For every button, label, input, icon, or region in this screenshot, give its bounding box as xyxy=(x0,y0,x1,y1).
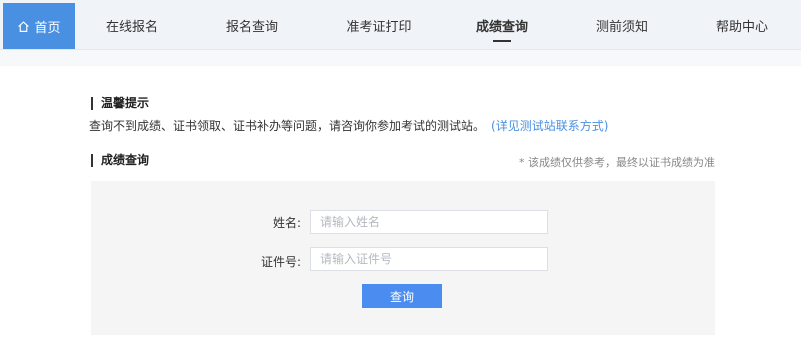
tips-text-line: 查询不到成绩、证书领取、证书补办等问题，请咨询你参加考试的测试站。 (详见测试站联… xyxy=(89,117,608,134)
nav-item-online-registration[interactable]: 在线报名 xyxy=(92,0,172,50)
tips-heading: 温馨提示 xyxy=(91,97,149,110)
score-disclaimer: * 该成绩仅供参考，最终以证书成绩为准 xyxy=(519,156,715,169)
query-button[interactable]: 查询 xyxy=(362,284,442,308)
id-number-input[interactable] xyxy=(310,247,548,271)
nav-item-label: 准考证打印 xyxy=(346,19,412,35)
top-nav: 首页 在线报名 报名查询 准考证打印 成绩查询 测前须知 帮助中心 xyxy=(0,0,801,50)
contact-link[interactable]: (详见测试站联系方式) xyxy=(491,119,608,133)
nav-item-label: 在线报名 xyxy=(105,19,158,35)
query-heading: 成绩查询 xyxy=(91,154,149,167)
active-tab-underline xyxy=(493,40,511,42)
home-label: 首页 xyxy=(34,20,61,36)
home-icon xyxy=(18,20,30,32)
nav-item-pre-test-notice[interactable]: 测前须知 xyxy=(584,0,660,50)
nav-item-help-center[interactable]: 帮助中心 xyxy=(704,0,780,50)
tips-text: 查询不到成绩、证书领取、证书补办等问题，请咨询你参加考试的测试站。 xyxy=(89,119,486,133)
name-input[interactable] xyxy=(310,210,548,234)
nav-item-label: 报名查询 xyxy=(225,19,278,35)
nav-item-label: 测前须知 xyxy=(595,19,648,35)
nav-item-admission-ticket[interactable]: 准考证打印 xyxy=(336,0,422,50)
nav-item-score-query[interactable]: 成绩查询 xyxy=(464,0,540,50)
header-divider-strip xyxy=(0,50,801,66)
name-label: 姓名: xyxy=(272,216,301,230)
id-number-label: 证件号: xyxy=(260,255,301,269)
home-tab[interactable]: 首页 xyxy=(3,3,75,49)
nav-item-label: 成绩查询 xyxy=(475,19,528,35)
nav-item-label: 帮助中心 xyxy=(715,19,768,35)
nav-item-registration-query[interactable]: 报名查询 xyxy=(212,0,292,50)
